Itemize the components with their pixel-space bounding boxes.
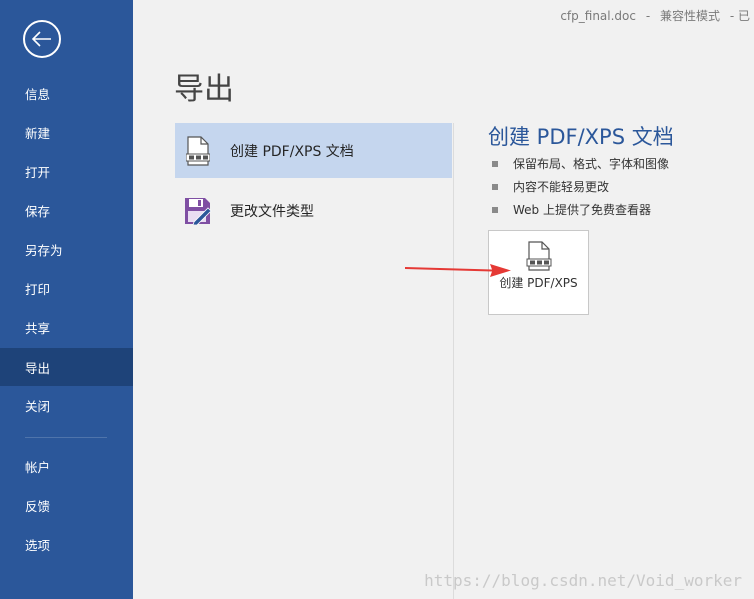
title-separator: - [645, 9, 651, 23]
nav-share[interactable]: 共享 [0, 308, 133, 346]
nav-export[interactable]: 导出 [0, 348, 133, 386]
nav-info[interactable]: 信息 [0, 74, 133, 112]
nav-label: 选项 [25, 537, 51, 553]
watermark: https://blog.csdn.net/Void_worker [424, 571, 742, 590]
nav-label: 新建 [25, 125, 51, 141]
compat-mode-label: 兼容性模式 [660, 9, 721, 23]
nav-print[interactable]: 打印 [0, 269, 133, 307]
bullet-item: 保留布局、格式、字体和图像 [492, 152, 669, 175]
bullet-item: 内容不能轻易更改 [492, 175, 669, 198]
nav-label: 打开 [25, 164, 51, 180]
bullet-item: Web 上提供了免费查看器 [492, 198, 669, 221]
bullet-square-icon [492, 206, 498, 213]
annotation-arrow-icon [405, 264, 511, 277]
pdf-document-icon [526, 241, 551, 271]
nav-divider [25, 437, 107, 438]
detail-title: 创建 PDF/XPS 文档 [488, 125, 674, 149]
nav-label: 导出 [25, 360, 51, 376]
window-title: cfp_final.doc - 兼容性模式 - 已 [554, 7, 750, 24]
nav-label: 关闭 [25, 398, 51, 414]
option-change-file-type[interactable]: 更改文件类型 [175, 183, 452, 238]
nav-save-as[interactable]: 另存为 [0, 230, 133, 268]
option-create-pdf-xps[interactable]: 创建 PDF/XPS 文档 [175, 123, 452, 178]
option-label: 更改文件类型 [230, 203, 314, 220]
bullet-square-icon [492, 183, 498, 190]
bullet-text: 保留布局、格式、字体和图像 [513, 157, 670, 171]
backstage-sidebar: 信息 新建 打开 保存 另存为 打印 共享 导出 关闭 帐户 反馈 选项 [0, 0, 133, 599]
nav-account[interactable]: 帐户 [0, 447, 133, 485]
save-file-type-icon [184, 195, 212, 227]
nav-label: 另存为 [25, 242, 63, 258]
bullet-text: Web 上提供了免费查看器 [513, 203, 651, 217]
nav-new[interactable]: 新建 [0, 113, 133, 151]
back-arrow-icon [32, 31, 51, 47]
nav-open[interactable]: 打开 [0, 152, 133, 190]
detail-bullets: 保留布局、格式、字体和图像 内容不能轻易更改 Web 上提供了免费查看器 [492, 152, 669, 221]
nav-feedback[interactable]: 反馈 [0, 486, 133, 524]
nav-label: 信息 [25, 86, 51, 102]
nav-options[interactable]: 选项 [0, 525, 133, 563]
nav-save[interactable]: 保存 [0, 191, 133, 229]
nav-label: 共享 [25, 320, 51, 336]
bullet-square-icon [492, 160, 498, 167]
document-filename: cfp_final.doc [560, 9, 636, 23]
pdf-document-icon [184, 135, 212, 167]
nav-close[interactable]: 关闭 [0, 386, 133, 424]
bullet-text: 内容不能轻易更改 [513, 180, 610, 194]
panel-divider [453, 123, 454, 599]
back-button[interactable] [23, 20, 61, 58]
option-label: 创建 PDF/XPS 文档 [230, 143, 354, 160]
nav-label: 保存 [25, 203, 51, 219]
nav-label: 反馈 [25, 498, 51, 514]
nav-label: 打印 [25, 281, 51, 297]
nav-label: 帐户 [25, 459, 51, 475]
title-truncated: - 已 [729, 9, 750, 23]
page-title: 导出 [174, 72, 234, 107]
